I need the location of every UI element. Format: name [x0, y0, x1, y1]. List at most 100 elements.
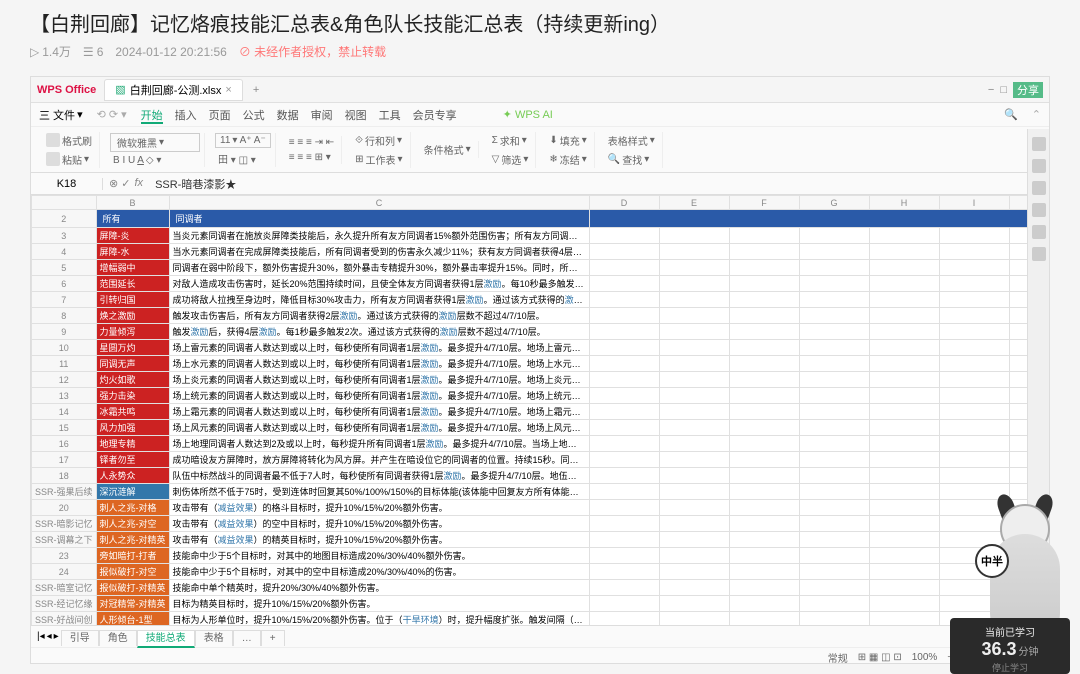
menu-插入[interactable]: 插入: [175, 110, 197, 122]
menu-页面[interactable]: 页面: [209, 110, 231, 122]
menu-工具[interactable]: 工具: [379, 110, 401, 122]
table-row[interactable]: SSR-调幕之下刺人之兆-对精英攻击带有（减益效果）的精英目标时，提升10%/1…: [32, 532, 1050, 548]
views-count: ▷ 1.4万: [30, 43, 71, 60]
wrap-button[interactable]: ⟐ 行和列 ▾: [352, 132, 405, 149]
sheet-area[interactable]: BCDEFGHIJKLMNO2所有同调者3屏障-炎当炎元素同调者在施放炎屏障类技…: [31, 195, 1049, 625]
find-button[interactable]: 🔍 查找 ▾: [605, 151, 658, 168]
view-icons[interactable]: ⊞ ▦ ◫ ⊡: [858, 652, 902, 663]
freeze-button[interactable]: ❄ 冻结 ▾: [546, 151, 589, 168]
table-row[interactable]: 14冰霜共鸣场上霜元素的同调者人数达到或以上时，每秒使所有同调者1层激励。最多提…: [32, 404, 1050, 420]
zoom-label[interactable]: 100%: [912, 652, 938, 663]
maximize-icon[interactable]: □: [1000, 84, 1007, 96]
close-tab-icon[interactable]: ×: [225, 84, 231, 96]
file-tab-name: 白荆回廊-公测.xlsx: [130, 82, 222, 98]
table-row[interactable]: 23旁如暗打-打者技能命中少于5个目标时，对其中的地图目标造成20%/30%/4…: [32, 548, 1050, 564]
file-tab[interactable]: ▧ 白荆回廊-公测.xlsx ×: [104, 79, 243, 101]
menu-开始[interactable]: 开始: [141, 110, 163, 124]
table-row[interactable]: 9力量倾泻触发激励后，获得4层激励。每1秒最多触发2次。通过该方式获得的激励层数…: [32, 324, 1050, 340]
condfmt-button[interactable]: 条件格式 ▾: [421, 141, 474, 158]
table-row[interactable]: SSR-暗室记忆报似破打-对精英技能命中单个精英时，提升20%/30%/40%额…: [32, 580, 1050, 596]
table-row[interactable]: SSR-强果后续深沉涟解刺伤体所然不低于75时，受到连体时回复其50%/100%…: [32, 484, 1050, 500]
rs-icon-4[interactable]: [1032, 203, 1046, 217]
align-buttons-2[interactable]: ≡ ≡ ≡ ⊞ ▾: [286, 151, 337, 164]
mode-label: 常规: [828, 650, 848, 664]
table-row[interactable]: 16地理专精场上地理同调者人数达到2及或以上时，每秒提升所有同调者1层激励。最多…: [32, 436, 1050, 452]
status-bar: 常规 ⊞ ▦ ◫ ⊡ 100% − +: [31, 647, 1049, 664]
tablestyle-button[interactable]: 表格样式 ▾: [605, 132, 658, 149]
ribbon: 格式刷 粘贴 ▾ 微软雅黑 ▾ B I U A ◇ ▾ 11 ▾ A⁺ A⁻ 田…: [31, 127, 1049, 173]
wps-logo: WPS Office: [37, 84, 96, 96]
rs-icon-1[interactable]: [1032, 137, 1046, 151]
sheet-tab[interactable]: 技能总表: [137, 630, 195, 648]
menu-collapse-icon[interactable]: ⌃: [1032, 108, 1041, 121]
sheet-tab[interactable]: +: [261, 630, 285, 646]
wps-ai-button[interactable]: ✦ WPS AI: [503, 108, 553, 121]
wps-window: WPS Office ▧ 白荆回廊-公测.xlsx × + − □ 分享 三 文…: [30, 76, 1050, 664]
brush-icon: [46, 133, 60, 147]
spreadsheet[interactable]: BCDEFGHIJKLMNO2所有同调者3屏障-炎当炎元素同调者在施放炎屏障类技…: [31, 195, 1049, 625]
study-time: 36.3: [981, 639, 1016, 659]
sheet-tabs: |◂ ◂ ▸ 引导角色技能总表表格…+: [31, 625, 1049, 647]
rs-icon-5[interactable]: [1032, 225, 1046, 239]
study-stop[interactable]: 停止学习: [956, 661, 1064, 674]
rs-icon-2[interactable]: [1032, 159, 1046, 173]
sheet-tab[interactable]: 角色: [99, 630, 137, 646]
table-row[interactable]: 5增幅弱中同调者在弱中阶段下，额外伤害提升30%，额外暴击专精提升30%，额外暴…: [32, 260, 1050, 276]
toolbar-icons[interactable]: ⟲ ⟳ ▾: [97, 108, 127, 121]
tab-nav-prev[interactable]: ◂: [47, 631, 52, 642]
paste-button[interactable]: 粘贴 ▾: [43, 151, 95, 168]
filter-button[interactable]: ▽ 筛选 ▾: [489, 151, 532, 168]
table-row[interactable]: 8焕之激励触发攻击伤害后，所有友方同调者获得2层激励。通过该方式获得的激励层数不…: [32, 308, 1050, 324]
minimize-icon[interactable]: −: [988, 84, 994, 96]
table-row[interactable]: 18人永势众队伍中标然战斗的同调者最不低于7人时，每秒使所有同调者获得1层激励。…: [32, 468, 1050, 484]
table-row[interactable]: SSR-好战间创人形倾台-1型目标为人形单位时，提升10%/15%/20%额外伤…: [32, 612, 1050, 626]
fx-buttons[interactable]: ⊗ ✓ fx: [103, 177, 149, 190]
worksheet-button[interactable]: ⊞ 工作表 ▾: [352, 151, 405, 168]
table-row[interactable]: 13强力击染场上统元素的同调者人数达到或以上时，每秒使所有同调者1层激励。最多提…: [32, 388, 1050, 404]
sum-button[interactable]: Σ 求和 ▾: [489, 132, 532, 149]
table-row[interactable]: 15风力加强场上风元素的同调者人数达到或以上时，每秒使所有同调者1层激励。最多提…: [32, 420, 1050, 436]
share-button[interactable]: 分享: [1013, 82, 1043, 98]
font-style-buttons[interactable]: B I U A ◇ ▾: [110, 154, 200, 167]
menu-search-icon[interactable]: 🔍: [1004, 108, 1018, 121]
menu-数据[interactable]: 数据: [277, 110, 299, 122]
table-row[interactable]: 17铎者勿至成功暗设友方屏障时，放方屏障将转化为风方屏。并产生在暗设位它的同调者…: [32, 452, 1050, 468]
rs-icon-3[interactable]: [1032, 181, 1046, 195]
font-select[interactable]: 微软雅黑 ▾: [110, 133, 200, 152]
tab-nav-first[interactable]: |◂: [37, 631, 45, 642]
size-select[interactable]: 11 ▾ A⁺ A⁻: [215, 133, 271, 148]
fill-button[interactable]: ⬇ 填充 ▾: [546, 132, 589, 149]
file-menu[interactable]: 三 文件 ▾: [39, 107, 83, 123]
table-row[interactable]: 24报似破打-对空技能命中少于5个目标时，对其中的空中目标造成20%/30%/4…: [32, 564, 1050, 580]
menu-公式[interactable]: 公式: [243, 110, 265, 122]
menu-bar: 三 文件 ▾ ⟲ ⟳ ▾ 开始插入页面公式数据审阅视图工具会员专享 ✦ WPS …: [31, 103, 1049, 127]
table-row[interactable]: 10星圆万灼场上雷元素的同调者人数达到或以上时，每秒使所有同调者1层激励。最多提…: [32, 340, 1050, 356]
add-tab-button[interactable]: +: [247, 84, 265, 96]
table-row[interactable]: 4屏障-水当水元素同调者在完成屏障类技能后，所有同调者受到的伤害永久减少11%；…: [32, 244, 1050, 260]
page-title: 【白荆回廊】记忆烙痕技能汇总表&角色队长技能汇总表（持续更新ing）: [30, 8, 1050, 37]
align-buttons[interactable]: ≡ ≡ ≡ ⇥ ⇤: [286, 136, 337, 149]
rs-icon-6[interactable]: [1032, 247, 1046, 261]
formula-input[interactable]: SSR-暗巷漆影★: [149, 176, 1049, 192]
table-row[interactable]: 11同调无声场上水元素的同调者人数达到或以上时，每秒使所有同调者1层激励。最多提…: [32, 356, 1050, 372]
comments-count: ☰ 6: [83, 45, 103, 59]
format-brush-button[interactable]: 格式刷: [43, 132, 95, 149]
table-row[interactable]: 3屏障-炎当炎元素同调者在施放炎屏障类技能后，永久提升所有友方同调者15%额外范…: [32, 228, 1050, 244]
table-row[interactable]: 6范围延长对敌人造成攻击伤害时，延长20%范围持续时间，且使全体友方同调者获得1…: [32, 276, 1050, 292]
no-repost-badge: ⊘ 未经作者授权，禁止转载: [239, 43, 386, 60]
menu-审阅[interactable]: 审阅: [311, 110, 333, 122]
menu-会员专享[interactable]: 会员专享: [413, 110, 457, 122]
sheet-tab[interactable]: 引导: [61, 630, 99, 646]
name-box[interactable]: K18: [31, 178, 103, 190]
table-row[interactable]: SSR-经记忆缘对冠精常-对精英目标为精英目标时，提升10%/15%/20%额外…: [32, 596, 1050, 612]
border-buttons[interactable]: 田 ▾ ◫ ▾: [215, 150, 271, 167]
table-row[interactable]: SSR-暗影记忆刺人之兆-对空攻击带有（减益效果）的空中目标时，提升10%/15…: [32, 516, 1050, 532]
study-timer[interactable]: 当前已学习 36.3分钟 停止学习: [950, 618, 1070, 674]
table-row[interactable]: 7引转归国成功将敌人拉拽至身边时，降低目标30%攻击力，所有友方同调者获得1层激…: [32, 292, 1050, 308]
menu-视图[interactable]: 视图: [345, 110, 367, 122]
table-row[interactable]: 20刺人之兆-对格攻击带有（减益效果）的格斗目标时，提升10%/15%/20%额…: [32, 500, 1050, 516]
table-row[interactable]: 12灼火如歌场上炎元素的同调者人数达到或以上时，每秒使所有同调者1层激励。最多提…: [32, 372, 1050, 388]
tab-nav-next[interactable]: ▸: [54, 631, 59, 642]
sheet-tab[interactable]: 表格: [195, 630, 233, 646]
sheet-tab[interactable]: …: [233, 630, 261, 646]
